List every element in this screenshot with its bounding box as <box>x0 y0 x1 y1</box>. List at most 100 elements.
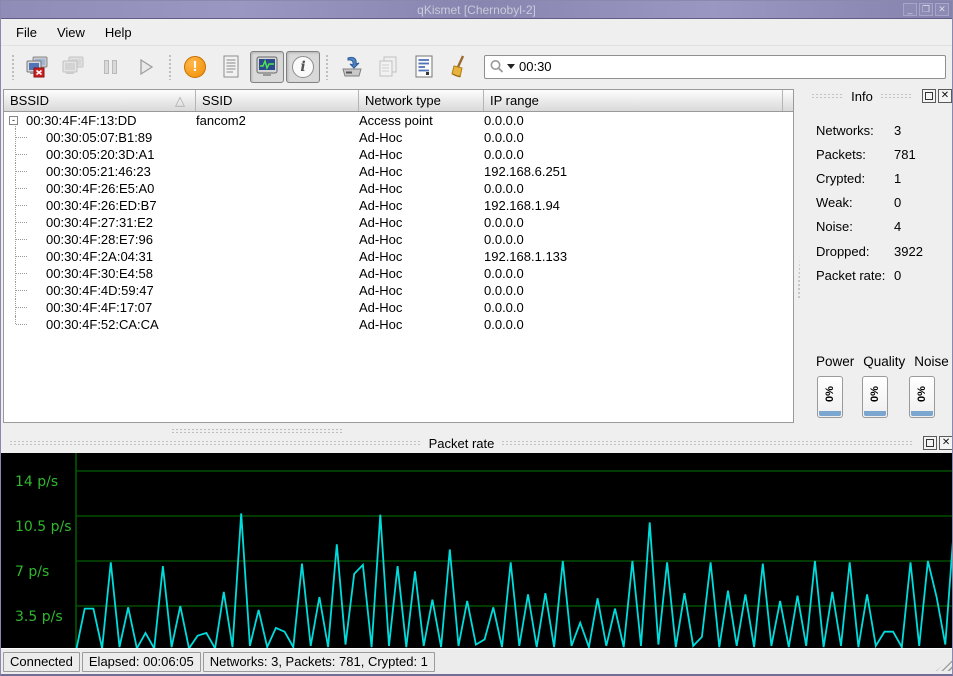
packet-rate-chart: 3.5 p/s7 p/s10.5 p/s14 p/s <box>1 453 953 651</box>
table-row[interactable]: 00:30:4F:30:E4:58Ad-Hoc0.0.0.0 <box>4 265 793 282</box>
table-row[interactable]: 00:30:05:21:46:23Ad-Hoc192.168.6.251 <box>4 163 793 180</box>
log-button[interactable] <box>214 51 248 83</box>
bssid-value: 00:30:4F:2A:04:31 <box>46 249 153 264</box>
table-row[interactable]: 00:30:4F:4D:59:47Ad-Hoc0.0.0.0 <box>4 282 793 299</box>
dock-handle-texture <box>9 440 422 447</box>
column-header-ip-range[interactable]: IP range <box>484 90 783 111</box>
bssid-value: 00:30:4F:26:ED:B7 <box>46 198 157 213</box>
title-bar[interactable]: qKismet [Chernobyl-2] _ ❐ ✕ <box>1 1 952 19</box>
dock-handle-texture <box>811 93 844 100</box>
save-button[interactable] <box>335 51 369 83</box>
pause-icon <box>104 60 117 74</box>
alert-icon: ! <box>184 56 206 78</box>
connect-button[interactable] <box>57 51 91 83</box>
table-row[interactable]: 00:30:4F:4F:17:07Ad-Hoc0.0.0.0 <box>4 299 793 316</box>
stat-value: 1 <box>894 171 901 186</box>
info-dock: Info ✕ Networks:3Packets:781Crypted:1Wea… <box>804 88 952 435</box>
info-button[interactable]: i <box>286 51 320 83</box>
elapsed-time: Elapsed: 00:06:05 <box>82 652 201 672</box>
network-type-value: Ad-Hoc <box>359 317 484 332</box>
close-button[interactable]: ✕ <box>935 3 949 16</box>
info-dock-title: Info <box>851 89 873 104</box>
resize-grip[interactable] <box>936 657 952 671</box>
minimize-button[interactable]: _ <box>903 3 917 16</box>
ip-range-value: 0.0.0.0 <box>484 181 793 196</box>
toolbar-handle[interactable] <box>168 54 173 80</box>
menu-file[interactable]: File <box>7 22 46 43</box>
float-dock-icon[interactable] <box>922 89 936 103</box>
resume-button[interactable] <box>129 51 163 83</box>
close-dock-icon[interactable]: ✕ <box>938 89 952 103</box>
packet-rate-dock-title: Packet rate <box>429 436 495 451</box>
gauge-value: 0% <box>916 386 928 402</box>
table-row[interactable]: 00:30:4F:27:31:E2Ad-Hoc0.0.0.0 <box>4 214 793 231</box>
ip-range-value: 0.0.0.0 <box>484 130 793 145</box>
ip-range-value: 0.0.0.0 <box>484 317 793 332</box>
vertical-splitter[interactable] <box>795 89 803 423</box>
dock-handle-texture <box>880 93 913 100</box>
clear-icon <box>449 54 471 80</box>
table-row[interactable]: 00:30:4F:52:CA:CAAd-Hoc0.0.0.0 <box>4 316 793 333</box>
float-dock-icon[interactable] <box>923 436 937 450</box>
report-button[interactable] <box>407 51 441 83</box>
stat-value: 0 <box>894 268 901 283</box>
bssid-value: 00:30:4F:4F:17:07 <box>46 300 152 315</box>
bssid-value: 00:30:4F:4F:13:DD <box>26 113 137 128</box>
network-type-value: Ad-Hoc <box>359 249 484 264</box>
stat-label: Weak: <box>816 195 894 210</box>
column-header-ssid[interactable]: SSID <box>196 90 359 111</box>
ip-range-value: 192.168.6.251 <box>484 164 793 179</box>
y-tick-label: 10.5 p/s <box>15 519 72 535</box>
gauge-labels: Power Quality Noise <box>816 354 949 369</box>
info-stat-row: Noise:4 <box>804 215 952 239</box>
y-tick-label: 7 p/s <box>15 564 49 580</box>
table-row[interactable]: 00:30:05:07:B1:89Ad-Hoc0.0.0.0 <box>4 129 793 146</box>
quality-label: Quality <box>863 354 905 369</box>
info-dock-titlebar[interactable]: Info ✕ <box>804 88 952 104</box>
table-row[interactable]: 00:30:4F:28:E7:96Ad-Hoc0.0.0.0 <box>4 231 793 248</box>
horizontal-splitter[interactable] <box>171 428 344 433</box>
alerts-button[interactable]: ! <box>178 51 212 83</box>
maximize-button[interactable]: ❐ <box>919 3 933 16</box>
network-monitor-button[interactable] <box>250 51 284 83</box>
power-gauge: 0% <box>817 376 843 418</box>
network-summary: Networks: 3, Packets: 781, Crypted: 1 <box>203 652 435 672</box>
toolbar-handle[interactable] <box>11 54 16 80</box>
ip-range-value: 0.0.0.0 <box>484 266 793 281</box>
info-stats: Networks:3Packets:781Crypted:1Weak:0Nois… <box>804 118 952 287</box>
clear-button[interactable] <box>443 51 477 83</box>
monitor-icon <box>255 55 279 79</box>
network-type-value: Ad-Hoc <box>359 232 484 247</box>
gauge-value: 0% <box>869 386 881 402</box>
packet-rate-dock-titlebar[interactable]: Packet rate ✕ <box>2 435 953 451</box>
table-row[interactable]: 00:30:4F:26:ED:B7Ad-Hoc192.168.1.94 <box>4 197 793 214</box>
tree-expander-icon[interactable]: - <box>9 116 18 125</box>
ip-range-value: 0.0.0.0 <box>484 147 793 162</box>
stat-label: Packet rate: <box>816 268 894 283</box>
table-row[interactable]: 00:30:4F:26:E5:A0Ad-Hoc0.0.0.0 <box>4 180 793 197</box>
copy-icon <box>376 55 400 79</box>
table-row[interactable]: -00:30:4F:4F:13:DDfancom2Access point0.0… <box>4 112 793 129</box>
ssid-value: fancom2 <box>196 113 359 128</box>
copy-button[interactable] <box>371 51 405 83</box>
disconnect-button[interactable] <box>21 51 55 83</box>
table-row[interactable]: 00:30:05:20:3D:A1Ad-Hoc0.0.0.0 <box>4 146 793 163</box>
menu-view[interactable]: View <box>48 22 94 43</box>
toolbar-handle[interactable] <box>325 54 330 80</box>
search-options-arrow[interactable] <box>507 64 515 69</box>
table-row[interactable]: 00:30:4F:2A:04:31Ad-Hoc192.168.1.133 <box>4 248 793 265</box>
quality-gauge: 0% <box>862 376 888 418</box>
close-dock-icon[interactable]: ✕ <box>939 436 953 450</box>
pause-button[interactable] <box>93 51 127 83</box>
column-header-bssid[interactable]: BSSID △ <box>4 90 196 111</box>
network-list: BSSID △ SSID Network type IP range -00:3… <box>3 89 794 423</box>
stat-label: Noise: <box>816 219 894 234</box>
column-header-network-type[interactable]: Network type <box>359 90 484 111</box>
menu-help[interactable]: Help <box>96 22 141 43</box>
ip-range-value: 0.0.0.0 <box>484 113 793 128</box>
stat-value: 3 <box>894 123 901 138</box>
search-input[interactable] <box>519 59 941 74</box>
connection-status: Connected <box>3 652 80 672</box>
tool-bar: ! i <box>1 46 952 87</box>
ip-range-value: 0.0.0.0 <box>484 232 793 247</box>
